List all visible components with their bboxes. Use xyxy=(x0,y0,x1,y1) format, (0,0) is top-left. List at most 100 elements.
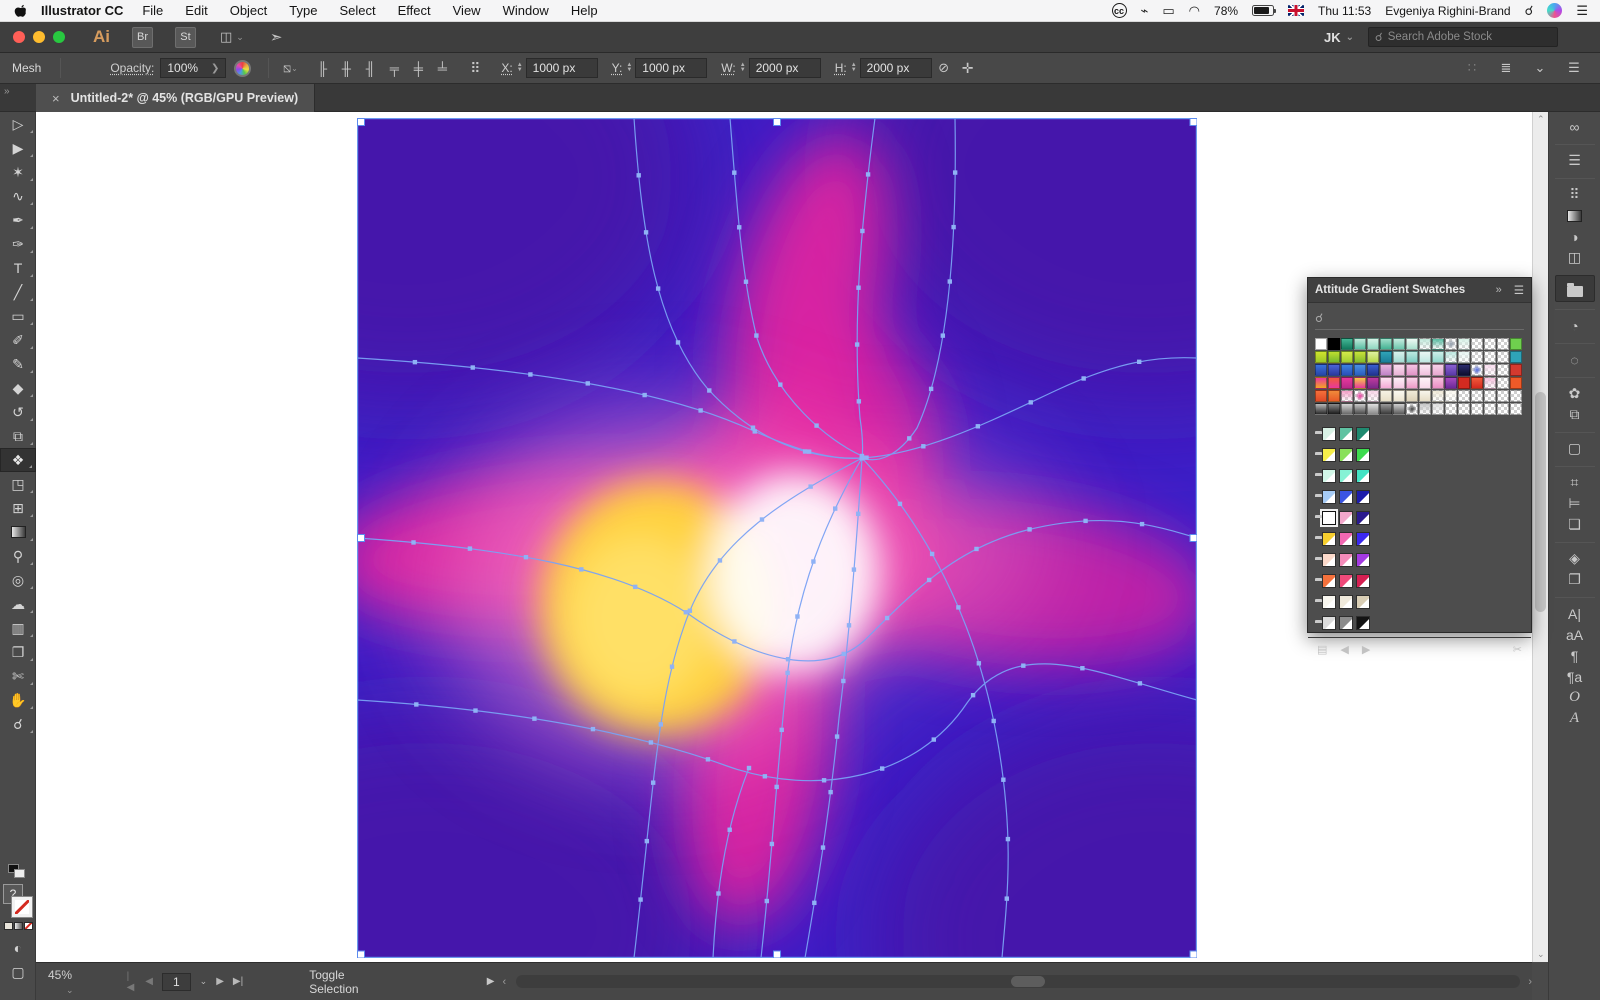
mesh-anchor-point[interactable] xyxy=(651,780,655,784)
symbol-sprayer-tool[interactable]: ☁ xyxy=(0,592,36,616)
stepper-icon[interactable]: ▲ ▼ xyxy=(517,63,523,73)
blend-tool[interactable]: ◎ xyxy=(0,568,36,592)
mesh-anchor-point[interactable] xyxy=(921,444,925,448)
align-left-icon[interactable]: ╟ xyxy=(311,57,333,79)
gradient-swatch[interactable] xyxy=(1406,364,1418,376)
gradient-swatch[interactable] xyxy=(1445,338,1457,350)
gradient-swatch[interactable] xyxy=(1510,377,1522,389)
mesh-anchor-point[interactable] xyxy=(786,657,790,661)
gradient-swatch[interactable] xyxy=(1458,403,1470,415)
shape-builder-tool[interactable]: ❖ xyxy=(0,448,36,472)
h-field[interactable]: 2000 px xyxy=(860,58,932,78)
eraser-tool[interactable]: ◆ xyxy=(0,376,36,400)
opentype-panel-icon[interactable]: O xyxy=(1555,687,1595,708)
mesh-anchor-point[interactable] xyxy=(649,740,653,744)
gradient-swatch[interactable] xyxy=(1315,403,1327,415)
input-language-flag-icon[interactable] xyxy=(1288,5,1304,16)
gradient-swatch[interactable] xyxy=(1419,390,1431,402)
character-styles-panel-icon[interactable]: aA xyxy=(1555,624,1595,645)
selection-tool[interactable]: ▷ xyxy=(0,112,36,136)
scroll-up-icon[interactable]: ⌃ xyxy=(1537,114,1545,125)
gradient-swatch[interactable] xyxy=(1354,364,1366,376)
gradient-swatch[interactable] xyxy=(1419,364,1431,376)
gradient-swatch[interactable] xyxy=(1354,390,1366,402)
align-bottom-icon[interactable]: ╧ xyxy=(431,57,453,79)
gpu-performance-icon[interactable]: ➣ xyxy=(270,28,283,46)
color-swatch[interactable] xyxy=(1322,490,1336,504)
gradient-swatch[interactable] xyxy=(1445,377,1457,389)
gradient-swatch[interactable] xyxy=(1341,364,1353,376)
mesh-anchor-point[interactable] xyxy=(812,901,816,905)
previous-library-icon[interactable]: ◀ xyxy=(1340,643,1348,656)
gradient-swatch[interactable] xyxy=(1432,377,1444,389)
gradient-swatch[interactable] xyxy=(1406,390,1418,402)
color-swatch[interactable] xyxy=(1356,553,1370,567)
mesh-anchor-point[interactable] xyxy=(579,567,583,571)
swatches-panel-icon[interactable] xyxy=(1555,275,1595,302)
mesh-anchor-point[interactable] xyxy=(411,540,415,544)
mesh-anchor-point[interactable] xyxy=(977,661,981,665)
gradient-swatch[interactable] xyxy=(1510,338,1522,350)
mesh-anchor-point[interactable] xyxy=(586,381,590,385)
color-swatch[interactable] xyxy=(1339,532,1353,546)
color-swatch[interactable] xyxy=(1339,469,1353,483)
mesh-anchor-point[interactable] xyxy=(684,610,688,614)
gradient-swatch[interactable] xyxy=(1367,390,1379,402)
gradient-swatch[interactable] xyxy=(1471,377,1483,389)
scroll-down-icon[interactable]: ⌄ xyxy=(1537,949,1545,960)
menu-view[interactable]: View xyxy=(442,3,492,18)
color-swatch[interactable] xyxy=(1322,616,1336,630)
mesh-anchor-point[interactable] xyxy=(1083,519,1087,523)
stock-button[interactable]: St xyxy=(175,27,196,48)
gradient-swatch[interactable] xyxy=(1354,338,1366,350)
zoom-tool[interactable]: ☌ xyxy=(0,712,36,736)
mesh-anchor-point[interactable] xyxy=(932,737,936,741)
color-swatch[interactable] xyxy=(1356,448,1370,462)
color-swatch[interactable] xyxy=(1356,532,1370,546)
gradient-swatch[interactable] xyxy=(1328,403,1340,415)
paragraph-styles-panel-icon[interactable]: ¶a xyxy=(1555,666,1595,687)
gradient-swatch[interactable] xyxy=(1406,403,1418,415)
gradient-swatch[interactable] xyxy=(1419,403,1431,415)
gradient-swatch[interactable] xyxy=(1328,338,1340,350)
mesh-anchor-point[interactable] xyxy=(857,399,861,403)
color-swatch[interactable] xyxy=(1356,490,1370,504)
mesh-anchor-point[interactable] xyxy=(1138,681,1142,685)
mesh-anchor-point[interactable] xyxy=(656,286,660,290)
gradient-swatch[interactable] xyxy=(1458,351,1470,363)
mesh-anchor-point[interactable] xyxy=(898,502,902,506)
gradient-swatch[interactable] xyxy=(1419,338,1431,350)
scroll-right-icon[interactable]: › xyxy=(1528,976,1532,988)
gradient-swatch[interactable] xyxy=(1380,351,1392,363)
zoom-level-select[interactable]: 45% ⌄ xyxy=(48,968,101,996)
gradient-swatch[interactable] xyxy=(1367,364,1379,376)
transform-panel-icon[interactable]: ⌗ xyxy=(1555,466,1595,493)
pathfinder-panel-icon[interactable]: ❏ xyxy=(1555,514,1595,535)
mesh-tool[interactable]: ⊞ xyxy=(0,496,36,520)
menu-help[interactable]: Help xyxy=(560,3,609,18)
mesh-anchor-point[interactable] xyxy=(847,623,851,627)
color-button[interactable] xyxy=(4,922,13,930)
mesh-anchor-point[interactable] xyxy=(1006,837,1010,841)
display-mirroring-icon[interactable]: ▭ xyxy=(1162,3,1174,19)
gradient-swatch[interactable] xyxy=(1341,351,1353,363)
scale-tool[interactable]: ⧉ xyxy=(0,424,36,448)
mesh-anchor-point[interactable] xyxy=(821,845,825,849)
mesh-anchor-point[interactable] xyxy=(591,727,595,731)
gradient-swatch[interactable] xyxy=(1497,364,1509,376)
artboard[interactable] xyxy=(357,118,1197,958)
paintbrush-tool[interactable]: ✐ xyxy=(0,328,36,352)
mesh-anchor-point[interactable] xyxy=(718,558,722,562)
bridge-button[interactable]: Br xyxy=(132,27,153,48)
gradient-swatch[interactable] xyxy=(1367,351,1379,363)
mesh-anchor-point[interactable] xyxy=(991,719,995,723)
stepper-icon[interactable]: ▲ ▼ xyxy=(626,63,632,73)
mesh-anchor-point[interactable] xyxy=(473,708,477,712)
touch-workspace-icon[interactable]: ∷ xyxy=(1461,57,1483,79)
mesh-anchor-point[interactable] xyxy=(880,766,884,770)
none-button[interactable] xyxy=(24,922,33,930)
mesh-anchor-point[interactable] xyxy=(770,842,774,846)
mesh-anchor-point[interactable] xyxy=(1081,376,1085,380)
window-zoom-button[interactable] xyxy=(53,31,65,43)
mesh-anchor-point[interactable] xyxy=(864,455,868,459)
